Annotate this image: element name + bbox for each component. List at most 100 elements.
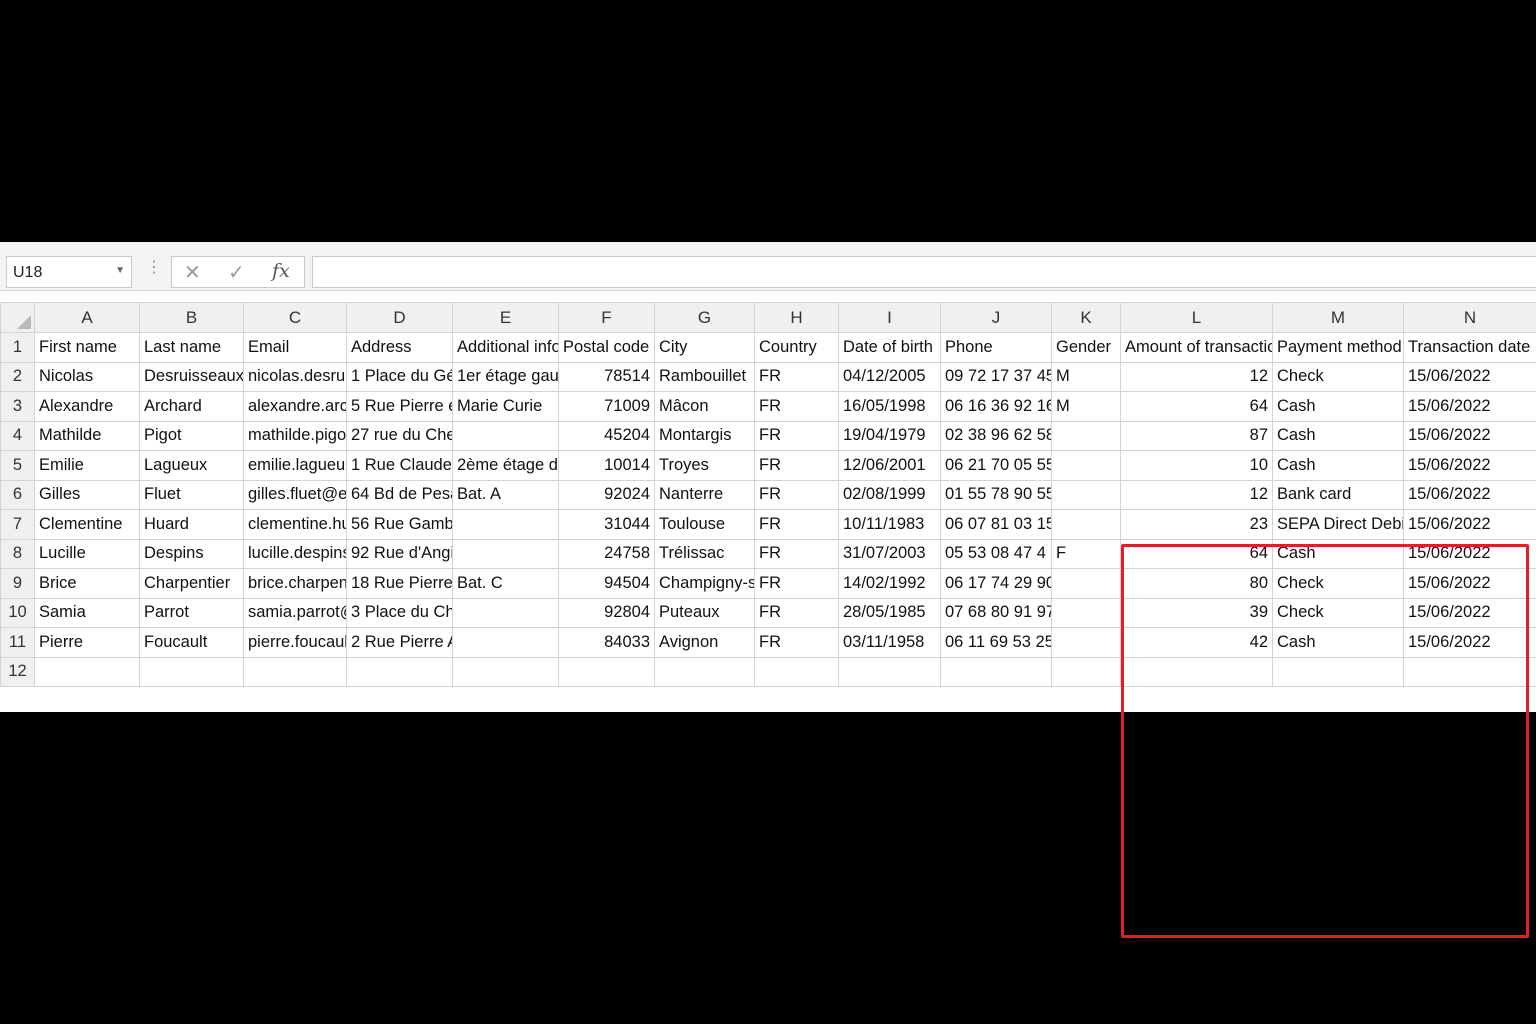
cell-j4[interactable]: 02 38 96 62 58	[940, 420, 1052, 451]
cell-i8[interactable]: 31/07/2003	[838, 538, 941, 569]
column-header-c[interactable]: C	[243, 302, 347, 333]
cell-a8[interactable]: Lucille	[34, 538, 140, 569]
row-header[interactable]: 2	[0, 361, 35, 392]
cell-d9[interactable]: 18 Rue Pierre	[346, 568, 453, 599]
cell-f5[interactable]: 10014	[558, 450, 655, 481]
cell-b2[interactable]: Desruisseaux	[139, 361, 244, 392]
cell-h11[interactable]: FR	[754, 627, 839, 658]
cell-d3[interactable]: 5 Rue Pierre et	[346, 391, 453, 422]
cell-h5[interactable]: FR	[754, 450, 839, 481]
cell-h2[interactable]: FR	[754, 361, 839, 392]
cell-g6[interactable]: Nanterre	[654, 479, 755, 510]
cell-j8[interactable]: 05 53 08 47 4 5	[940, 538, 1052, 569]
cell-n9[interactable]: 15/06/2022	[1403, 568, 1536, 599]
cell-j11[interactable]: 06 11 69 53 25	[940, 627, 1052, 658]
cell-k11[interactable]	[1051, 627, 1121, 658]
cell-m12[interactable]	[1272, 656, 1404, 687]
cell-f11[interactable]: 84033	[558, 627, 655, 658]
cell-l3[interactable]: 64	[1120, 391, 1273, 422]
cell-m8[interactable]: Cash	[1272, 538, 1404, 569]
cell-h7[interactable]: FR	[754, 509, 839, 540]
cell-g12[interactable]	[654, 656, 755, 687]
cell-e1[interactable]: Additional info	[452, 332, 559, 363]
cell-f10[interactable]: 92804	[558, 597, 655, 628]
cell-n2[interactable]: 15/06/2022	[1403, 361, 1536, 392]
cell-l8[interactable]: 64	[1120, 538, 1273, 569]
row-header[interactable]: 11	[0, 627, 35, 658]
cell-m10[interactable]: Check	[1272, 597, 1404, 628]
cell-l1[interactable]: Amount of transaction	[1120, 332, 1273, 363]
column-header-d[interactable]: D	[346, 302, 453, 333]
cell-a7[interactable]: Clementine	[34, 509, 140, 540]
cell-m11[interactable]: Cash	[1272, 627, 1404, 658]
cell-b3[interactable]: Archard	[139, 391, 244, 422]
column-header-e[interactable]: E	[452, 302, 559, 333]
cell-j7[interactable]: 06 07 81 03 15	[940, 509, 1052, 540]
row-header[interactable]: 7	[0, 509, 35, 540]
cell-d2[interactable]: 1 Place du Général	[346, 361, 453, 392]
cell-g1[interactable]: City	[654, 332, 755, 363]
cell-g2[interactable]: Rambouillet	[654, 361, 755, 392]
column-header-h[interactable]: H	[754, 302, 839, 333]
cell-b12[interactable]	[139, 656, 244, 687]
cell-l5[interactable]: 10	[1120, 450, 1273, 481]
cell-n12[interactable]	[1403, 656, 1536, 687]
cell-l2[interactable]: 12	[1120, 361, 1273, 392]
row-header[interactable]: 12	[0, 656, 35, 687]
cell-j9[interactable]: 06 17 74 29 90	[940, 568, 1052, 599]
cell-g3[interactable]: Mâcon	[654, 391, 755, 422]
cell-i12[interactable]	[838, 656, 941, 687]
column-header-l[interactable]: L	[1120, 302, 1273, 333]
cell-e12[interactable]	[452, 656, 559, 687]
cell-m1[interactable]: Payment method	[1272, 332, 1404, 363]
cell-j1[interactable]: Phone	[940, 332, 1052, 363]
cell-e9[interactable]: Bat. C	[452, 568, 559, 599]
cell-e11[interactable]	[452, 627, 559, 658]
cell-c7[interactable]: clementine.huard	[243, 509, 347, 540]
select-all-button[interactable]	[0, 302, 35, 333]
column-header-i[interactable]: I	[838, 302, 941, 333]
cell-g9[interactable]: Champigny-sur	[654, 568, 755, 599]
cell-c10[interactable]: samia.parrot@	[243, 597, 347, 628]
cell-d10[interactable]: 3 Place du Château	[346, 597, 453, 628]
column-header-a[interactable]: A	[34, 302, 140, 333]
cell-g8[interactable]: Trélissac	[654, 538, 755, 569]
cell-e6[interactable]: Bat. A	[452, 479, 559, 510]
cell-d6[interactable]: 64 Bd de Pesaluet	[346, 479, 453, 510]
chevron-down-icon[interactable]: ▼	[115, 265, 125, 276]
cell-a10[interactable]: Samia	[34, 597, 140, 628]
cell-l10[interactable]: 39	[1120, 597, 1273, 628]
cell-i11[interactable]: 03/11/1958	[838, 627, 941, 658]
cell-d1[interactable]: Address	[346, 332, 453, 363]
cell-k4[interactable]	[1051, 420, 1121, 451]
column-header-m[interactable]: M	[1272, 302, 1404, 333]
row-header[interactable]: 6	[0, 479, 35, 510]
cell-c5[interactable]: emilie.lagueux	[243, 450, 347, 481]
cell-a11[interactable]: Pierre	[34, 627, 140, 658]
formula-input[interactable]	[312, 256, 1536, 288]
cell-a3[interactable]: Alexandre	[34, 391, 140, 422]
cell-d4[interactable]: 27 rue du Chemin Vert	[346, 420, 453, 451]
cell-k5[interactable]	[1051, 450, 1121, 481]
column-header-f[interactable]: F	[558, 302, 655, 333]
cell-n11[interactable]: 15/06/2022	[1403, 627, 1536, 658]
row-header[interactable]: 5	[0, 450, 35, 481]
cell-k12[interactable]	[1051, 656, 1121, 687]
cell-k8[interactable]: F	[1051, 538, 1121, 569]
cancel-icon[interactable]: ✕	[184, 260, 201, 285]
cell-b10[interactable]: Parrot	[139, 597, 244, 628]
column-header-n[interactable]: N	[1403, 302, 1536, 333]
cell-j3[interactable]: 06 16 36 92 16	[940, 391, 1052, 422]
drag-handle-icon[interactable]: ⋮	[146, 260, 162, 276]
cell-h8[interactable]: FR	[754, 538, 839, 569]
cell-b7[interactable]: Huard	[139, 509, 244, 540]
cell-m6[interactable]: Bank card	[1272, 479, 1404, 510]
cell-k2[interactable]: M	[1051, 361, 1121, 392]
cell-k6[interactable]	[1051, 479, 1121, 510]
cell-a9[interactable]: Brice	[34, 568, 140, 599]
cell-a4[interactable]: Mathilde	[34, 420, 140, 451]
cell-b4[interactable]: Pigot	[139, 420, 244, 451]
cell-f2[interactable]: 78514	[558, 361, 655, 392]
cell-l7[interactable]: 23	[1120, 509, 1273, 540]
cell-k7[interactable]	[1051, 509, 1121, 540]
